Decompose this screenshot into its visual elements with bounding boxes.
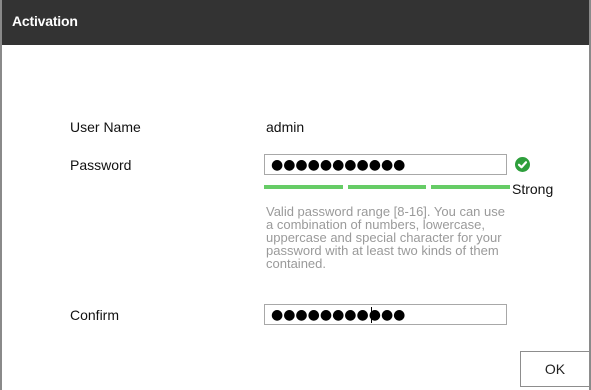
text-cursor <box>371 307 372 323</box>
confirm-password-input[interactable] <box>264 304 507 325</box>
ok-button[interactable]: OK <box>520 351 590 387</box>
username-label: User Name <box>70 119 141 135</box>
password-hint: Valid password range [8-16]. You can use… <box>266 204 505 271</box>
password-strength-label: Strong <box>512 181 554 197</box>
strength-bar-segment-2 <box>348 185 426 189</box>
title-bar: Activation <box>2 0 589 45</box>
strength-bar-segment-1 <box>264 185 343 189</box>
password-label: Password <box>70 157 132 173</box>
strength-bar-segment-3 <box>431 185 510 189</box>
confirm-label: Confirm <box>70 307 120 323</box>
username-value: admin <box>266 119 305 135</box>
activation-dialog: Activation User Name admin Password Stro… <box>0 0 591 390</box>
check-circle-icon <box>515 157 530 172</box>
dialog-title: Activation <box>12 13 78 29</box>
password-input[interactable] <box>264 154 507 175</box>
